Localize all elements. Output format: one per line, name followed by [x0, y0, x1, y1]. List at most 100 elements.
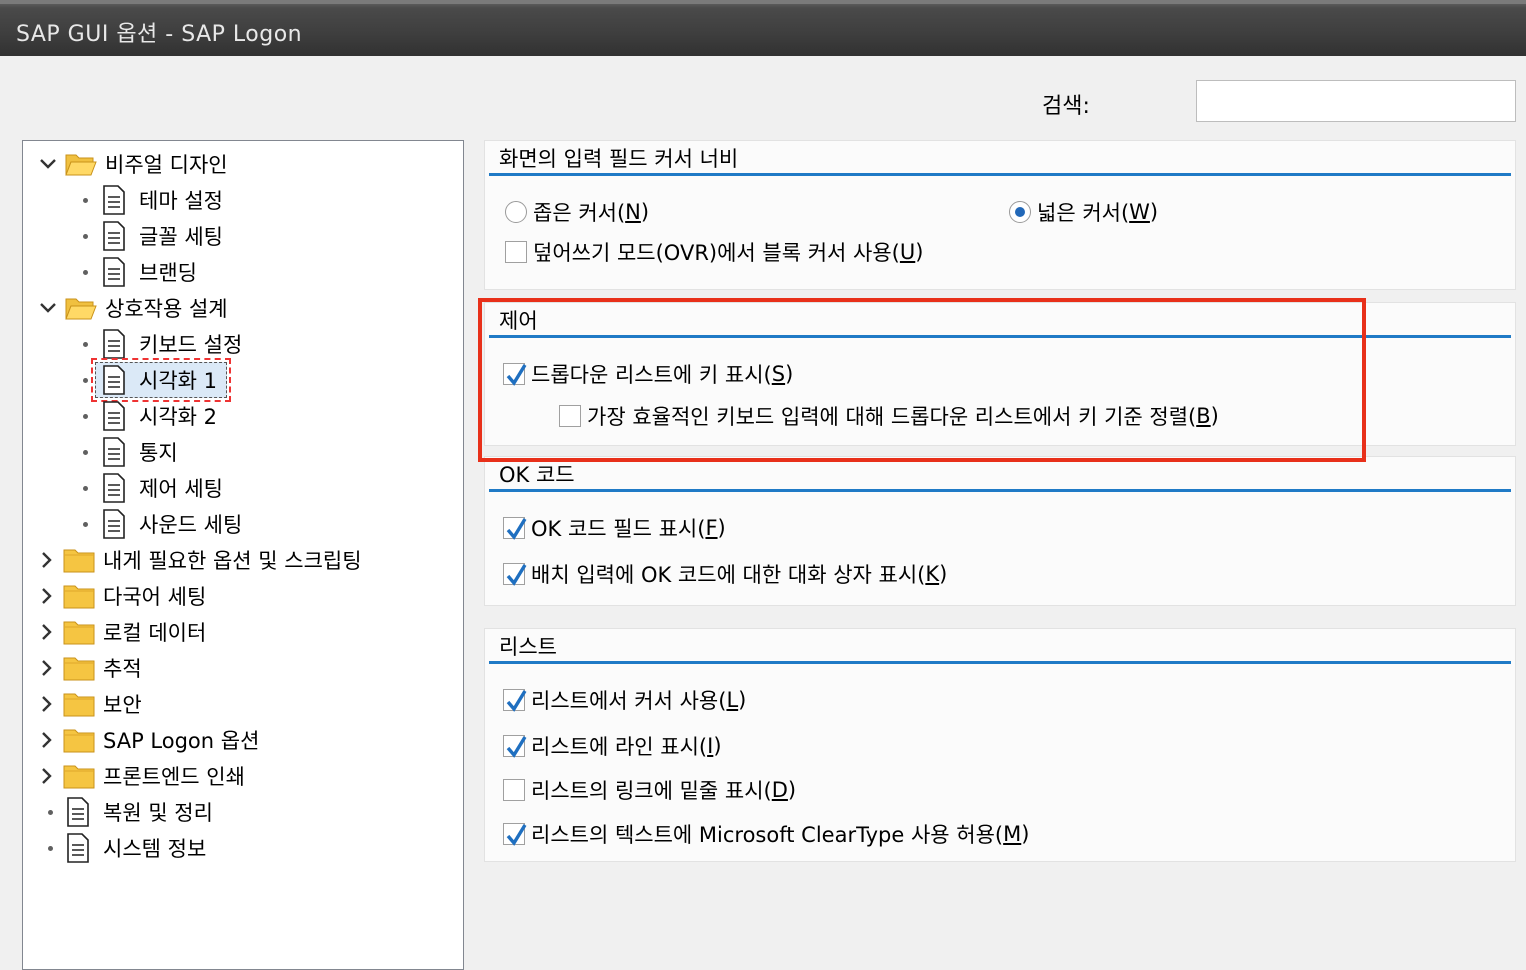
document-icon	[65, 797, 91, 827]
search-label: 검색:	[1042, 94, 1090, 119]
option-end: )	[1210, 404, 1219, 428]
option-end: )	[717, 516, 726, 540]
option-key: W	[1129, 200, 1150, 224]
option-key: D	[771, 778, 788, 802]
tree-label: 추적	[103, 657, 142, 681]
radio-button[interactable]	[505, 201, 527, 223]
bullet-icon	[48, 846, 53, 851]
tree-item-restore-cleanup[interactable]: 복원 및 정리	[65, 795, 213, 829]
tree-item-security[interactable]: 보안	[41, 687, 142, 721]
option-end: )	[915, 240, 924, 264]
tree-label: 상호작용 설계	[105, 297, 228, 321]
radio-narrow-cursor[interactable]: 좁은 커서(N)	[505, 197, 649, 227]
options-tree[interactable]: 비주얼 디자인 테마 설정 글꼴 세팅 브랜딩 상호작용 설계 키보드 설정 시…	[22, 140, 464, 970]
tree-label: 글꼴 세팅	[139, 225, 223, 249]
folder-icon	[63, 655, 95, 681]
tree-item-local-data[interactable]: 로컬 데이터	[41, 615, 206, 649]
tree-item-interaction-design[interactable]: 상호작용 설계	[39, 291, 228, 325]
radio-wide-cursor[interactable]: 넓은 커서(W)	[1009, 197, 1158, 227]
option-key: N	[625, 200, 641, 224]
bullet-icon	[83, 198, 88, 203]
tree-label: 제어 세팅	[139, 477, 223, 501]
option-label: OK 코드 필드 표시(	[531, 517, 706, 541]
checkbox-cleartype[interactable]: 리스트의 텍스트에 Microsoft ClearType 사용 허용(M)	[503, 819, 1029, 849]
tree-item-visualization-2[interactable]: 시각화 2	[101, 399, 217, 433]
folder-icon	[63, 583, 95, 609]
chevron-right-icon[interactable]	[41, 551, 53, 569]
checkbox-dropdown-keys[interactable]: 드롭다운 리스트에 키 표시(S)	[503, 359, 793, 389]
bullet-icon	[83, 450, 88, 455]
checkbox-ovr-block-cursor[interactable]: 덮어쓰기 모드(OVR)에서 블록 커서 사용(U)	[505, 237, 923, 267]
bullet-icon	[83, 414, 88, 419]
group-title: OK 코드	[499, 463, 575, 487]
checkbox-link-underline[interactable]: 리스트의 링크에 밑줄 표시(D)	[503, 775, 796, 805]
folder-icon	[63, 727, 95, 753]
title-bar: SAP GUI 옵션 - SAP Logon	[0, 0, 1526, 56]
document-icon	[65, 833, 91, 863]
tree-label: 통지	[139, 441, 178, 465]
checkbox[interactable]	[559, 405, 581, 427]
tree-item-multilanguage[interactable]: 다국어 세팅	[41, 579, 206, 613]
tree-item-sound-settings[interactable]: 사운드 세팅	[101, 507, 242, 541]
checkbox[interactable]	[503, 779, 525, 801]
group-title: 제어	[499, 309, 538, 333]
tree-label: 보안	[103, 693, 142, 717]
radio-button-selected[interactable]	[1009, 201, 1031, 223]
tree-item-sap-logon-options[interactable]: SAP Logon 옵션	[41, 723, 259, 757]
group-divider	[489, 489, 1511, 492]
option-key: K	[925, 562, 940, 586]
checkbox-checked[interactable]	[503, 363, 527, 386]
search-input[interactable]	[1196, 80, 1516, 122]
chevron-right-icon[interactable]	[41, 623, 53, 641]
group-title: 리스트	[499, 635, 557, 659]
tree-item-font[interactable]: 글꼴 세팅	[101, 219, 223, 253]
tree-label: 로컬 데이터	[103, 621, 207, 645]
checkbox-list-lines[interactable]: 리스트에 라인 표시(I)	[503, 731, 722, 761]
tree-item-visual-design[interactable]: 비주얼 디자인	[39, 147, 228, 181]
option-key: S	[771, 362, 786, 386]
checkbox-list-cursor[interactable]: 리스트에서 커서 사용(L)	[503, 685, 746, 715]
chevron-right-icon[interactable]	[41, 587, 53, 605]
option-label: 리스트에서 커서 사용(	[531, 689, 727, 713]
tree-item-theme[interactable]: 테마 설정	[101, 183, 223, 217]
chevron-right-icon[interactable]	[41, 767, 53, 785]
chevron-right-icon[interactable]	[41, 659, 53, 677]
document-icon	[101, 437, 127, 467]
tree-item-trace[interactable]: 추적	[41, 651, 142, 685]
option-end: )	[939, 562, 948, 586]
tree-item-control-settings[interactable]: 제어 세팅	[101, 471, 223, 505]
tree-item-visualization-1[interactable]: 시각화 1	[101, 363, 217, 397]
tree-label: 내게 필요한 옵션 및 스크립팅	[103, 549, 362, 573]
checkbox-checked[interactable]	[503, 689, 527, 712]
chevron-right-icon[interactable]	[41, 695, 53, 713]
checkbox-checked[interactable]	[503, 735, 527, 758]
tree-item-notification[interactable]: 통지	[101, 435, 178, 469]
bullet-icon	[83, 378, 88, 383]
tree-item-branding[interactable]: 브랜딩	[101, 255, 197, 289]
bullet-icon	[48, 810, 53, 815]
checkbox-batch-dialog[interactable]: 배치 입력에 OK 코드에 대한 대화 상자 표시(K)	[503, 559, 947, 589]
tree-item-accessibility[interactable]: 내게 필요한 옵션 및 스크립팅	[41, 543, 362, 577]
chevron-right-icon[interactable]	[41, 731, 53, 749]
tree-item-frontend-print[interactable]: 프론트엔드 인쇄	[41, 759, 245, 793]
option-label: 가장 효율적인 키보드 입력에 대해 드롭다운 리스트에서 키 기준 정렬(	[587, 405, 1197, 429]
document-icon	[101, 329, 127, 359]
option-label: 덮어쓰기 모드(OVR)에서 블록 커서 사용(	[533, 241, 900, 265]
chevron-down-icon[interactable]	[39, 299, 57, 317]
group-control: 제어 드롭다운 리스트에 키 표시(S) 가장 효율적인 키보드 입력에 대해 …	[484, 302, 1516, 446]
window-title: SAP GUI 옵션 - SAP Logon	[16, 22, 303, 47]
chevron-down-icon[interactable]	[39, 155, 57, 173]
tree-item-keyboard[interactable]: 키보드 설정	[101, 327, 242, 361]
checkbox-checked[interactable]	[503, 563, 527, 586]
checkbox-show-ok-field[interactable]: OK 코드 필드 표시(F)	[503, 513, 726, 543]
group-ok-code: OK 코드 OK 코드 필드 표시(F) 배치 입력에 OK 코드에 대한 대화…	[484, 456, 1516, 606]
option-label: 배치 입력에 OK 코드에 대한 대화 상자 표시(	[531, 563, 926, 587]
group-title: 화면의 입력 필드 커서 너비	[499, 147, 739, 171]
tree-item-system-info[interactable]: 시스템 정보	[65, 831, 206, 865]
checkbox-checked[interactable]	[503, 517, 527, 540]
checkbox-checked[interactable]	[503, 823, 527, 846]
checkbox-sort-by-key[interactable]: 가장 효율적인 키보드 입력에 대해 드롭다운 리스트에서 키 기준 정렬(B)	[559, 401, 1219, 431]
checkbox[interactable]	[505, 241, 527, 263]
tree-label: 시스템 정보	[103, 837, 207, 861]
option-key: B	[1196, 404, 1211, 428]
